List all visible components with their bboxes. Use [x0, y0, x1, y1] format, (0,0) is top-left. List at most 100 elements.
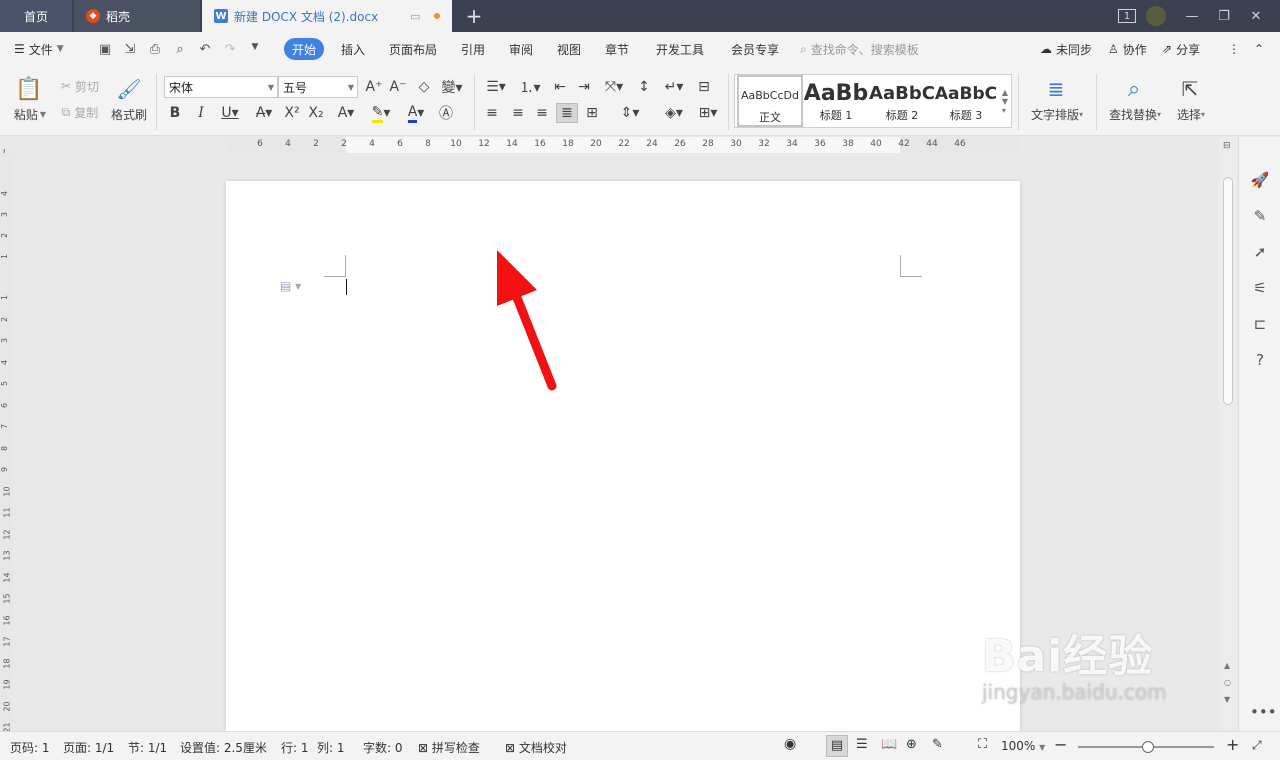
tab-document[interactable]: W 新建 DOCX 文档 (2).docx ▭ [202, 0, 452, 32]
char-border-icon[interactable]: Ⓐ [436, 104, 456, 122]
text-effect-icon[interactable]: A▾ [332, 104, 360, 122]
line-break-icon[interactable]: ⊟ [694, 78, 714, 96]
tab-chapter[interactable]: 章节 [605, 38, 629, 60]
print-preview-icon[interactable]: ⌕ [171, 42, 189, 57]
tab-start[interactable]: 开始 [284, 38, 325, 60]
format-painter-icon[interactable]: 🖌 [114, 74, 144, 104]
text-layout-icon[interactable]: ≣ [1040, 76, 1072, 102]
page-view-icon[interactable]: ▤ [826, 735, 848, 757]
undo-icon[interactable]: ↶ [196, 42, 214, 57]
clear-format-icon[interactable]: ◇ [414, 78, 434, 96]
distribute-icon[interactable]: ⊞ [582, 104, 602, 122]
tab-developer[interactable]: 开发工具 [656, 38, 704, 60]
tab-home[interactable]: 首页 [0, 0, 72, 32]
tab-member[interactable]: 会员专享 [731, 38, 779, 60]
paste-icon[interactable]: 📋 [12, 74, 46, 104]
grow-font-icon[interactable]: A⁺ [364, 78, 384, 96]
sync-button[interactable]: ☁ 未同步 [1040, 38, 1092, 60]
line-spacing-icon[interactable]: ⇕▾ [616, 104, 644, 122]
print-icon[interactable]: ⎙ [146, 42, 164, 57]
restore-icon[interactable]: ❐ [1208, 9, 1240, 24]
more-menu-icon[interactable]: ⋮ [1228, 38, 1240, 60]
shrink-font-icon[interactable]: A⁻ [388, 78, 408, 96]
briefcase-icon[interactable]: ⊏ [1250, 315, 1270, 335]
tab-review[interactable]: 审阅 [509, 38, 533, 60]
spell-check-button[interactable]: ⊠ 拼写检查 [418, 739, 480, 756]
tab-references[interactable]: 引用 [461, 38, 485, 60]
tab-view[interactable]: 视图 [557, 38, 581, 60]
align-center-icon[interactable]: ≡ [508, 104, 528, 122]
edit-view-icon[interactable]: ✎ [932, 737, 943, 752]
zoom-slider[interactable] [1078, 741, 1214, 753]
pointer-icon[interactable]: ➚ [1250, 243, 1270, 263]
align-right-icon[interactable]: ≡ [532, 104, 552, 122]
status-column[interactable]: 列: 1 [317, 739, 345, 756]
avatar[interactable] [1146, 6, 1166, 26]
zoom-slider-knob[interactable] [1142, 741, 1154, 753]
collapse-ribbon-icon[interactable]: ⌃ [1254, 38, 1264, 60]
monitor-icon[interactable]: ▭ [410, 10, 420, 23]
cursor-select-icon[interactable]: ⇱ [1176, 76, 1204, 102]
justify-icon[interactable]: ≣ [556, 103, 578, 123]
sliders-icon[interactable]: ⚟ [1250, 279, 1270, 299]
eye-protect-icon[interactable]: ◉ [784, 736, 796, 752]
status-word-count[interactable]: 字数: 0 [363, 739, 403, 756]
rocket-icon[interactable]: 🚀 [1250, 171, 1270, 191]
customize-icon[interactable]: ▼ [246, 42, 264, 57]
style-heading-2[interactable]: AaBbC 标题 2 [869, 75, 935, 127]
style-heading-3[interactable]: AaBbC 标题 3 [933, 75, 999, 127]
status-section[interactable]: 节: 1/1 [128, 739, 167, 756]
vertical-scrollbar[interactable]: ⊟ ▲ ○ ▼ [1219, 137, 1237, 731]
scrollbar-thumb[interactable] [1223, 177, 1233, 405]
superscript-icon[interactable]: X² [282, 104, 302, 122]
new-tab-button[interactable]: + [460, 0, 488, 32]
magnifier-icon[interactable]: ⌕ [1118, 76, 1150, 102]
close-icon[interactable]: ✕ [1240, 9, 1272, 24]
chinese-layout-icon[interactable]: ⤧▾ [600, 78, 628, 96]
zoom-in-icon[interactable]: + [1226, 735, 1239, 754]
increase-indent-icon[interactable]: ⇥ [574, 78, 594, 96]
bold-icon[interactable]: B [166, 104, 184, 122]
font-size-select[interactable]: 五号 ▼ [278, 76, 358, 98]
document-page[interactable]: ▤ ▾ [226, 181, 1020, 732]
zoom-out-icon[interactable]: − [1054, 735, 1067, 754]
decrease-indent-icon[interactable]: ⇤ [550, 78, 570, 96]
styles-scroll-icon[interactable]: ▲ ▼ ▾ [999, 77, 1011, 125]
collab-button[interactable]: ♙ 协作 [1108, 38, 1147, 60]
horizontal-ruler[interactable]: 6 4 2 2 4 6 8 10 12 14 16 18 20 22 24 26 28 30 32 34 36 38 40 4… [226, 137, 1020, 153]
status-pages[interactable]: 页面: 1/1 [63, 739, 114, 756]
status-page-number[interactable]: 页码: 1 [10, 739, 50, 756]
window-count-badge[interactable]: 1 [1118, 9, 1136, 23]
web-view-icon[interactable]: ⊕ [906, 737, 917, 752]
paste-button[interactable]: 粘贴 ▼ [10, 106, 50, 122]
bullet-list-icon[interactable]: ☰▾ [482, 78, 510, 96]
numbered-list-icon[interactable]: ⒈▾ [516, 78, 544, 96]
show-marks-icon[interactable]: ↵▾ [660, 78, 688, 96]
page-nav-icons[interactable]: ▲ ○ ▼ [1224, 657, 1231, 708]
reading-view-icon[interactable]: 📖 [881, 737, 897, 752]
tab-insert[interactable]: 插入 [341, 38, 365, 60]
select-button[interactable]: 选择 ▾ [1172, 106, 1210, 122]
status-setting[interactable]: 设置值: 2.5厘米 [180, 739, 267, 756]
more-icon[interactable]: ••• [1250, 703, 1277, 723]
strikethrough-icon[interactable]: A̶▾ [250, 104, 278, 122]
font-name-select[interactable]: 宋体 ▼ [164, 76, 278, 98]
save-icon[interactable]: ▣ [96, 42, 114, 57]
doc-check-button[interactable]: ⊠ 文档校对 [505, 739, 567, 756]
subscript-icon[interactable]: X₂ [306, 104, 326, 122]
outline-view-icon[interactable]: ☰ [856, 737, 868, 752]
file-menu[interactable]: ☰ 文件 ▼ [14, 41, 64, 58]
pinyin-icon[interactable]: 變▾ [438, 78, 466, 96]
align-left-icon[interactable]: ≡ [482, 104, 502, 122]
status-row[interactable]: 行: 1 [281, 739, 309, 756]
share-button[interactable]: ⇗ 分享 [1162, 38, 1200, 60]
zoom-select[interactable]: 100% ▼ [1001, 739, 1045, 753]
help-icon[interactable]: ? [1250, 351, 1270, 371]
italic-icon[interactable]: I [192, 104, 210, 122]
underline-icon[interactable]: U▾ [216, 104, 244, 122]
pen-icon[interactable]: ✎ [1250, 207, 1270, 227]
minimize-icon[interactable]: — [1176, 9, 1208, 24]
tab-daoke[interactable]: ◆ 稻壳 [74, 0, 200, 32]
find-replace-button[interactable]: 查找替换 ▾ [1104, 106, 1166, 122]
fullscreen-icon[interactable]: ⤢ [1252, 738, 1262, 753]
